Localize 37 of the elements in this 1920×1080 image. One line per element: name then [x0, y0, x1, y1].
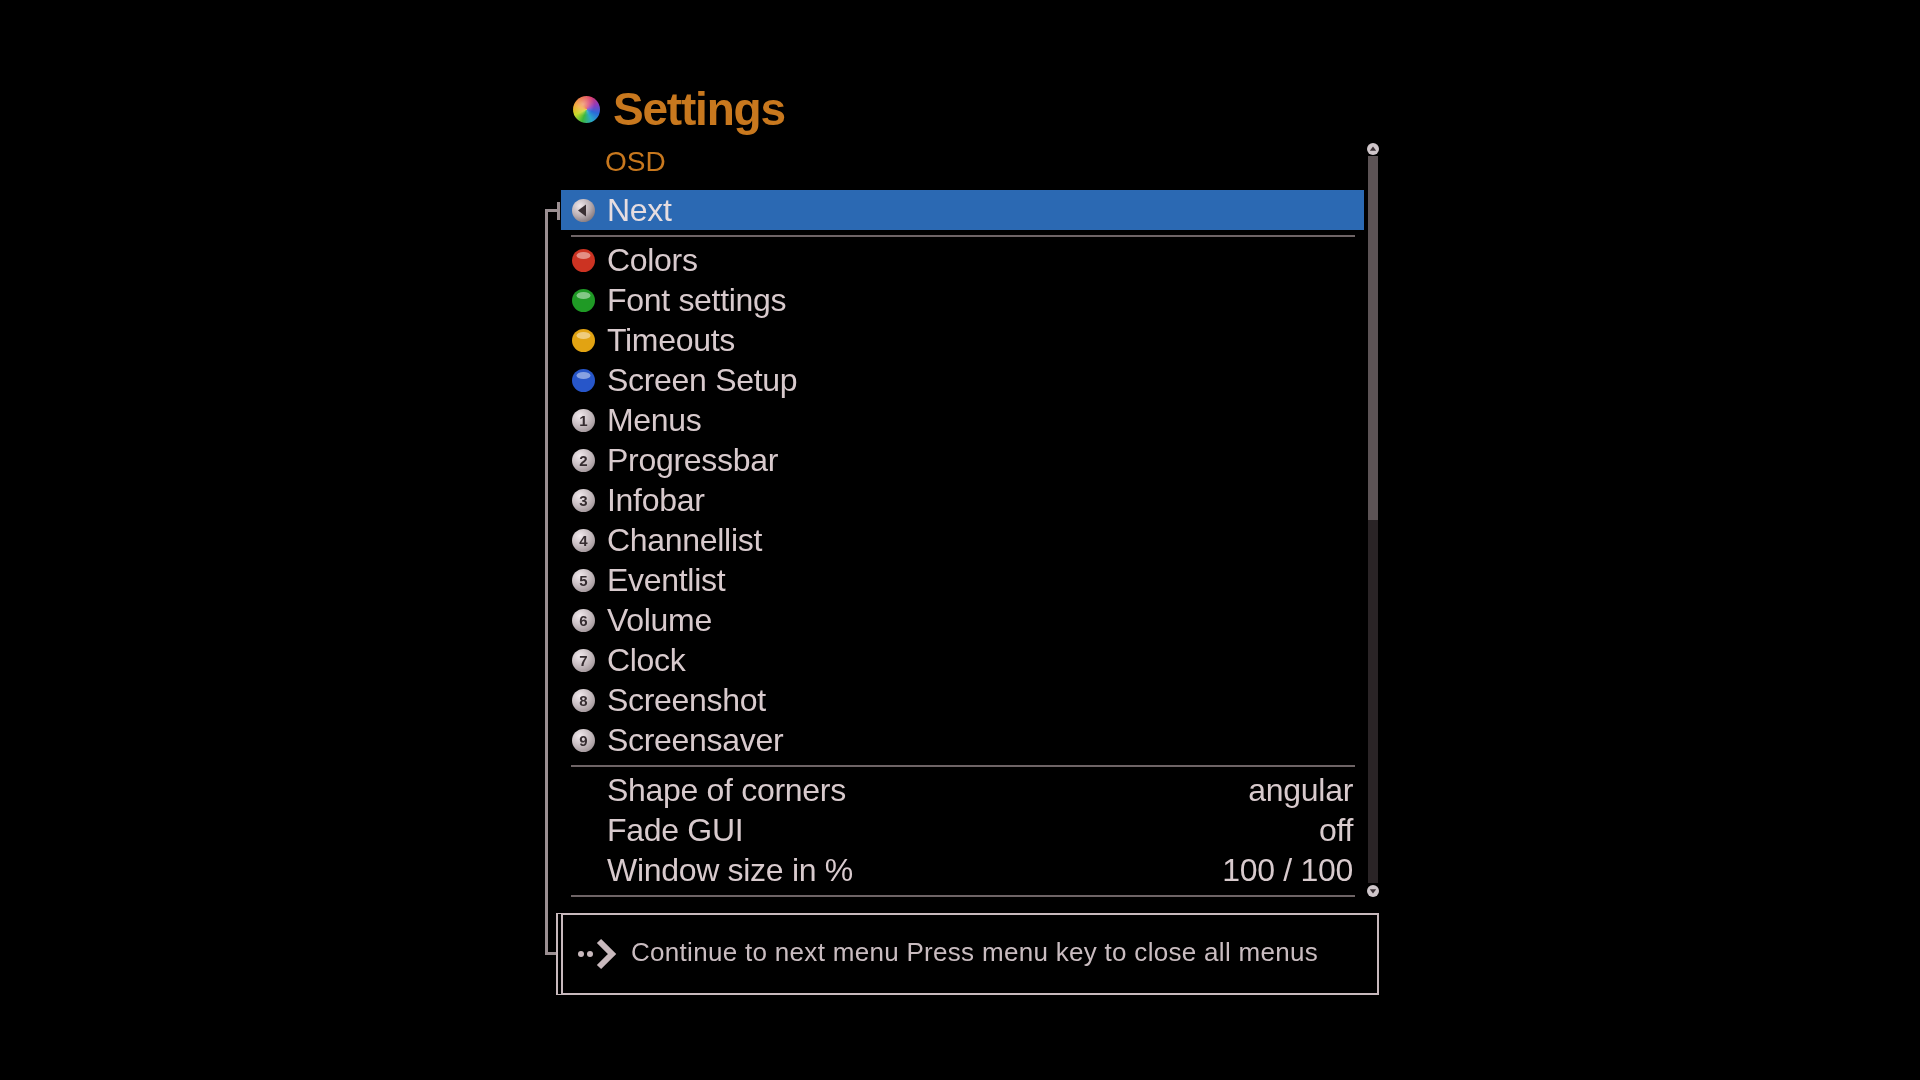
scroll-up-icon[interactable]	[1366, 143, 1379, 155]
number-key: 5	[572, 568, 595, 592]
arrow-icon	[577, 937, 617, 971]
menu-item[interactable]: Shape of corners angular	[561, 770, 1364, 810]
option-value: off	[1318, 811, 1353, 850]
scroll-down-icon[interactable]	[1366, 885, 1379, 897]
page-title: Settings	[613, 82, 785, 136]
menu-item[interactable]: Screen Setup	[561, 360, 1364, 400]
number-key: 4	[572, 528, 595, 552]
menu-item[interactable]: 5 Eventlist	[561, 560, 1364, 600]
number-key: 9	[572, 728, 595, 752]
menu-item[interactable]: Fade GUI off	[561, 810, 1364, 850]
menu-item[interactable]: 4 Channellist	[561, 520, 1364, 560]
number-key: 1	[572, 408, 595, 432]
menu-item[interactable]: 1 Menus	[561, 400, 1364, 440]
menu-item[interactable]: 7 Clock	[561, 640, 1364, 680]
option-value: 100 / 100	[1222, 851, 1353, 890]
menu-item[interactable]: Next	[561, 190, 1364, 230]
number-key: 3	[572, 488, 595, 512]
number-key: 6	[572, 608, 595, 632]
option-value: angular	[1248, 771, 1353, 810]
page-subtitle: OSD	[605, 145, 666, 179]
number-key: 7	[572, 648, 595, 672]
number-key: 2	[572, 448, 595, 472]
menu-item[interactable]: 9 Screensaver	[561, 720, 1364, 760]
menu-item[interactable]: 8 Screenshot	[561, 680, 1364, 720]
menu-item[interactable]: 3 Infobar	[561, 480, 1364, 520]
number-key: 8	[572, 688, 595, 712]
hint-text: Continue to next menu Press menu key to close all menus	[631, 937, 1319, 968]
menu-item[interactable]: Font settings	[561, 280, 1364, 320]
menu-item[interactable]: 6 Volume	[561, 600, 1364, 640]
menu-item[interactable]: 2 Progressbar	[561, 440, 1364, 480]
menu-item[interactable]: Timeouts	[561, 320, 1364, 360]
scrollbar-thumb[interactable]	[1367, 156, 1378, 520]
color-wheel-icon	[573, 95, 600, 123]
menu-item[interactable]: Window size in % 100 / 100	[561, 850, 1364, 890]
menu-item[interactable]: Colors	[561, 240, 1364, 280]
